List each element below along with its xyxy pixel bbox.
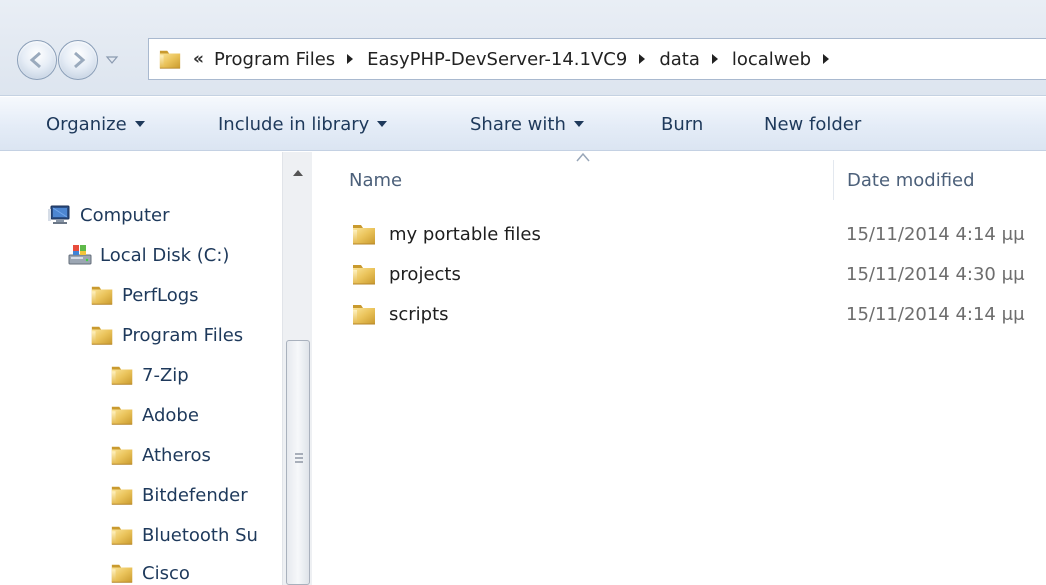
folder-icon: [351, 262, 377, 286]
burn-button[interactable]: Burn: [661, 97, 703, 151]
breadcrumb-separator-icon[interactable]: [821, 53, 831, 65]
include-in-library-button[interactable]: Include in library: [218, 97, 387, 151]
folder-icon: [110, 403, 134, 427]
scroll-up-button[interactable]: [283, 160, 313, 186]
breadcrumb-easyphp[interactable]: EasyPHP-DevServer-14.1VC9: [367, 49, 659, 70]
folder-icon: [90, 323, 114, 347]
breadcrumb-data[interactable]: data: [659, 49, 732, 70]
chevron-down-icon: [574, 121, 584, 128]
breadcrumb-localweb[interactable]: localweb: [732, 49, 843, 70]
folder-icon: [110, 483, 134, 507]
back-arrow-icon: [29, 51, 41, 69]
file-date: 15/11/2014 4:14 μμ: [846, 303, 1025, 325]
folder-icon: [351, 302, 377, 326]
file-date: 15/11/2014 4:30 μμ: [846, 263, 1025, 285]
tree-item-atheros[interactable]: Atheros: [110, 440, 211, 470]
folder-icon: [90, 283, 114, 307]
file-date: 15/11/2014 4:14 μμ: [846, 223, 1025, 245]
grip-icon: [295, 453, 303, 463]
chevron-down-icon: [135, 121, 145, 128]
breadcrumb-separator-icon[interactable]: [710, 53, 720, 65]
scroll-up-arrow-icon: [293, 170, 303, 176]
breadcrumb-separator-icon[interactable]: [345, 53, 355, 65]
file-row[interactable]: my portable files 15/11/2014 4:14 μμ: [313, 216, 1046, 252]
column-divider[interactable]: [833, 160, 834, 200]
breadcrumb-overflow[interactable]: «: [193, 49, 204, 69]
command-bar: Organize Include in library Share with B…: [0, 97, 1046, 151]
tree-item-program-files[interactable]: Program Files: [90, 320, 243, 350]
nav-pane-scrollbar[interactable]: [282, 152, 312, 585]
column-header-date-modified[interactable]: Date modified: [847, 162, 975, 198]
organize-button[interactable]: Organize: [46, 97, 145, 151]
tree-item-7zip[interactable]: 7-Zip: [110, 360, 189, 390]
folder-icon: [110, 363, 134, 387]
share-with-button[interactable]: Share with: [470, 97, 584, 151]
computer-icon: [48, 205, 70, 224]
chevron-down-icon: [377, 121, 387, 128]
forward-button[interactable]: [58, 40, 98, 80]
address-row: « Program Files EasyPHP-DevServer-14.1VC…: [0, 0, 1046, 96]
tree-item-perflogs[interactable]: PerfLogs: [90, 280, 199, 310]
tree-item-computer[interactable]: Computer: [48, 200, 169, 230]
column-header-name[interactable]: Name: [349, 162, 402, 198]
folder-icon: [110, 561, 134, 585]
folder-icon: [110, 443, 134, 467]
navigation-pane: Computer Local Disk (C:) PerfLogs Progra…: [0, 152, 312, 585]
scroll-thumb[interactable]: [286, 340, 310, 585]
new-folder-button[interactable]: New folder: [764, 97, 861, 151]
folder-icon: [351, 222, 377, 246]
drive-icon: [68, 245, 92, 265]
forward-arrow-icon: [74, 51, 86, 69]
breadcrumb-separator-icon[interactable]: [637, 53, 647, 65]
back-button[interactable]: [17, 40, 57, 80]
file-list-pane: Name Date modified my portable files 15/…: [313, 152, 1046, 585]
address-bar[interactable]: « Program Files EasyPHP-DevServer-14.1VC…: [148, 38, 1046, 80]
folder-icon: [110, 523, 134, 547]
file-name: my portable files: [389, 223, 541, 245]
folder-icon: [157, 48, 183, 70]
tree-item-adobe[interactable]: Adobe: [110, 400, 199, 430]
tree-item-bluetooth[interactable]: Bluetooth Su: [110, 520, 258, 550]
tree-item-cisco[interactable]: Cisco: [110, 558, 190, 585]
recent-pages-chevron-down-icon[interactable]: [104, 52, 120, 68]
sort-ascending-icon: [576, 152, 590, 162]
file-name: scripts: [389, 303, 449, 325]
file-row[interactable]: scripts 15/11/2014 4:14 μμ: [313, 296, 1046, 332]
breadcrumb-program-files[interactable]: Program Files: [214, 49, 367, 70]
tree-item-local-disk[interactable]: Local Disk (C:): [68, 240, 229, 270]
tree-item-bitdefender[interactable]: Bitdefender: [110, 480, 248, 510]
file-row[interactable]: projects 15/11/2014 4:30 μμ: [313, 256, 1046, 292]
file-name: projects: [389, 263, 461, 285]
